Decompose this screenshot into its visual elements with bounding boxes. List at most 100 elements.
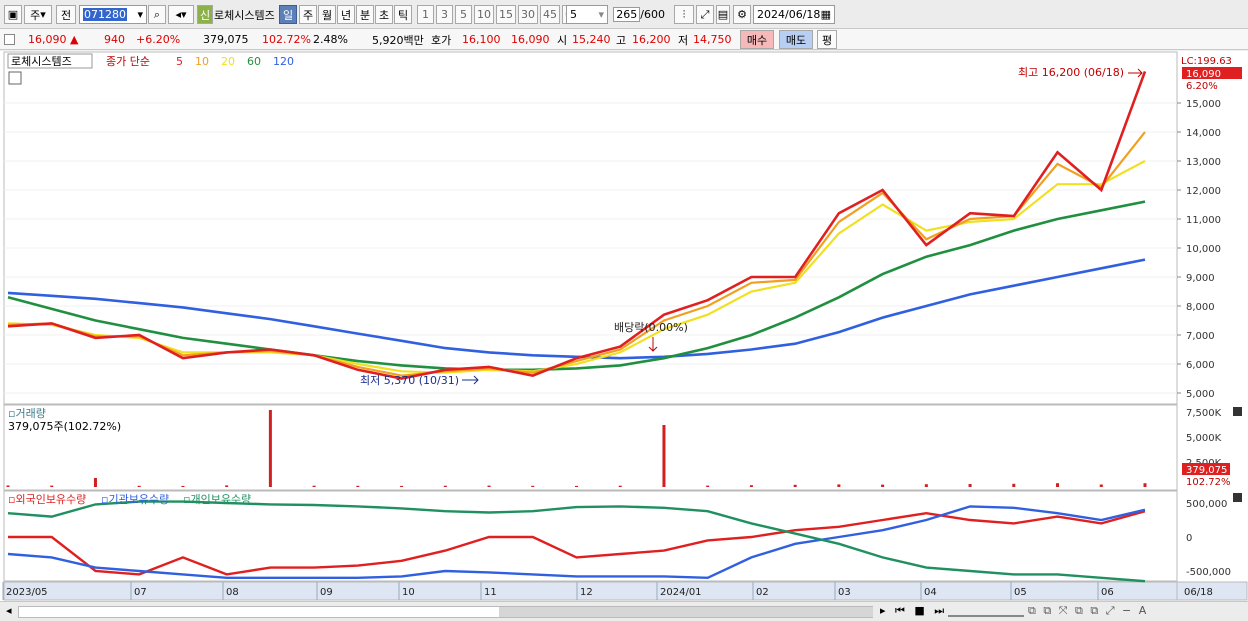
period-button-4[interactable]: 분: [356, 5, 374, 24]
holding-panel[interactable]: [3, 490, 1178, 582]
period-button-1[interactable]: 주: [299, 5, 317, 24]
period-button-3[interactable]: 년: [337, 5, 355, 24]
ma-legend-120[interactable]: 120: [273, 55, 294, 68]
zoom-slider[interactable]: [948, 606, 1024, 617]
volume-bar[interactable]: [181, 485, 185, 487]
checkbox[interactable]: [4, 31, 18, 48]
save-icon[interactable]: ▤: [716, 5, 730, 24]
holding-legend-2[interactable]: ▫개인보유수량: [183, 493, 251, 506]
ma-legend-60[interactable]: 60: [247, 55, 261, 68]
volume-bar[interactable]: [968, 484, 972, 487]
count-display[interactable]: 265 /600: [612, 5, 668, 24]
high-label: 고: [616, 33, 627, 47]
volume-bar[interactable]: [531, 485, 535, 487]
volume-bar[interactable]: [312, 485, 316, 487]
ma-legend-5[interactable]: 5: [176, 55, 183, 68]
count-value[interactable]: 265: [613, 7, 641, 22]
volume-bar[interactable]: [400, 485, 404, 487]
x-tick-label: 10: [402, 587, 415, 598]
volume-bar[interactable]: [487, 485, 491, 487]
volume-bar[interactable]: [793, 484, 797, 487]
volume-bar[interactable]: [225, 485, 229, 487]
y-tick-label: 10,000: [1186, 244, 1221, 255]
interval-button-5[interactable]: 5: [455, 5, 472, 24]
close-icon[interactable]: [1233, 407, 1242, 416]
table-icon[interactable]: [8, 71, 22, 85]
eval-button[interactable]: 평: [817, 30, 837, 49]
chart-svg[interactable]: 15,000 14,000 13,000 12,000 11,000 10,000 9,00…: [0, 51, 1248, 601]
chart-area[interactable]: 15,000 14,000 13,000 12,000 11,000 10,000 9,00…: [0, 51, 1248, 601]
period-button-2[interactable]: 월: [318, 5, 336, 24]
new-badge[interactable]: 신: [197, 5, 213, 24]
volume-bar[interactable]: [356, 485, 360, 487]
stock-code-field[interactable]: 071280 ▾: [79, 5, 147, 24]
interval-button-30[interactable]: 30: [518, 5, 538, 24]
volume-bar[interactable]: [575, 485, 578, 487]
ma-legend-20[interactable]: 20: [221, 55, 235, 68]
x-tick-label: 07: [134, 587, 147, 598]
view-tool-icons[interactable]: ⧉ ⧉ ⤧ ⧉ ⧉ ⤢ − A: [1028, 604, 1148, 618]
ma-legend-10[interactable]: 10: [195, 55, 209, 68]
y-tick-label: 7,000: [1186, 331, 1215, 342]
scroll-left-icon[interactable]: ◂: [6, 604, 12, 617]
volume-bar[interactable]: [268, 410, 272, 487]
chevron-down-icon[interactable]: ▾: [137, 8, 143, 21]
holding-legend-0[interactable]: ▫외국인보유수량: [8, 493, 86, 506]
draw-tool-icon[interactable]: ⤢: [696, 5, 714, 24]
volume-panel[interactable]: [3, 404, 1178, 491]
volume-bar[interactable]: [1012, 483, 1016, 487]
gear-icon[interactable]: ⚙: [733, 5, 751, 24]
speaker-icon[interactable]: ◂▾: [168, 5, 194, 24]
stock-code-value: 071280: [83, 8, 127, 21]
volume-bar[interactable]: [50, 485, 54, 487]
volume-bar[interactable]: [706, 485, 710, 487]
volume-bar[interactable]: [137, 485, 141, 487]
volume-bar[interactable]: [749, 485, 753, 487]
date-field[interactable]: 2024/06/18 ▦: [753, 5, 835, 24]
scrollbar-thumb[interactable]: [499, 607, 873, 617]
window-menu-icon[interactable]: ▣: [4, 5, 22, 24]
playback-controls[interactable]: ▸ ⏮ ■ ⏭: [880, 604, 947, 618]
price-change-pct: +6.20%: [136, 33, 181, 46]
open-price: 15,240: [572, 33, 611, 46]
volume-bar[interactable]: [662, 425, 666, 487]
volume-bar[interactable]: [1099, 484, 1103, 488]
volume-bar[interactable]: [924, 484, 928, 487]
prev-button[interactable]: 전: [56, 5, 76, 24]
volume-bar[interactable]: [1143, 483, 1147, 487]
period-button-0[interactable]: 일: [279, 5, 297, 24]
low-price: 14,750: [693, 33, 732, 46]
volume-bar[interactable]: [837, 484, 841, 487]
interval-button-15[interactable]: 15: [496, 5, 516, 24]
y-tick-label: 8,000: [1186, 302, 1215, 313]
scrollbar-track[interactable]: [18, 606, 873, 618]
interval-button-3[interactable]: 3: [436, 5, 453, 24]
buy-button[interactable]: 매수: [740, 30, 774, 49]
y-tick-label: 9,000: [1186, 273, 1215, 284]
calendar-icon[interactable]: ▦: [821, 8, 831, 21]
period-button-6[interactable]: 틱: [394, 5, 412, 24]
close-icon[interactable]: [1233, 493, 1242, 502]
y-tick-label: 6,000: [1186, 360, 1215, 371]
period-button-5[interactable]: 초: [375, 5, 393, 24]
chevron-down-icon[interactable]: ▾: [598, 8, 604, 21]
period-type-select[interactable]: 주 ▾: [24, 5, 52, 24]
holding-legend-1[interactable]: ▫기관보유수량: [101, 493, 169, 506]
volume-value-label: 379,075주(102.72%): [8, 420, 121, 433]
interval-select[interactable]: 5 ▾: [566, 5, 608, 24]
sell-button[interactable]: 매도: [779, 30, 813, 49]
candle-icon[interactable]: ⫶: [674, 5, 694, 24]
volume-bar[interactable]: [443, 485, 447, 487]
turnover-value: 2.48%: [313, 33, 348, 46]
interval-button-10[interactable]: 10: [474, 5, 494, 24]
legend-stock-name[interactable]: 로체시스템즈: [11, 55, 72, 68]
volume-bar[interactable]: [93, 478, 97, 487]
interval-button-45[interactable]: 45: [540, 5, 560, 24]
volume-bar[interactable]: [6, 485, 10, 488]
interval-button-1[interactable]: 1: [417, 5, 434, 24]
volume-bar[interactable]: [881, 484, 885, 487]
search-icon[interactable]: ⌕: [148, 5, 166, 24]
y-tick-label: 12,000: [1186, 186, 1221, 197]
volume-bar[interactable]: [618, 485, 622, 487]
volume-bar[interactable]: [1056, 483, 1060, 487]
